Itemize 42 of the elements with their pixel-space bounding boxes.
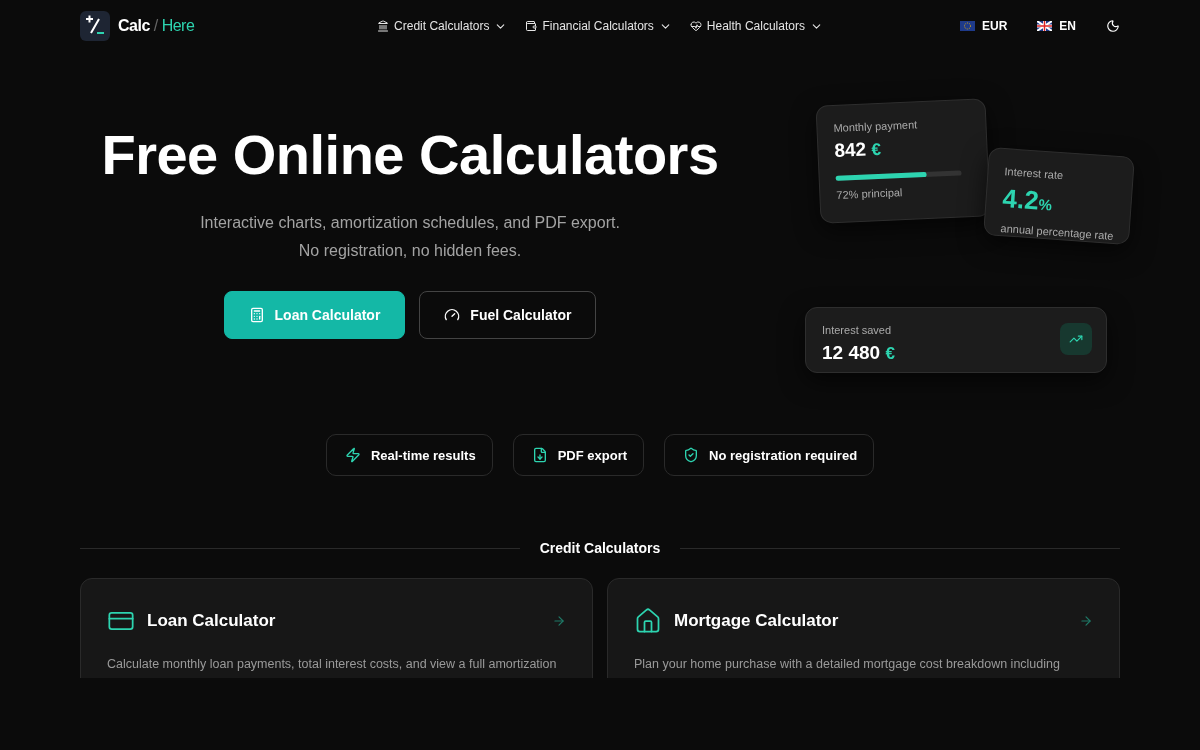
stat-label: Interest rate xyxy=(1004,165,1065,184)
bank-icon xyxy=(377,20,390,32)
card-description: Calculate monthly loan payments, total interest costs, and view a full amortization xyxy=(107,657,558,671)
stat-note: annual percentage rate xyxy=(1000,222,1113,242)
feature-badge: No registration required xyxy=(664,434,875,476)
file-download-icon xyxy=(531,447,548,463)
moon-icon[interactable] xyxy=(1106,19,1120,33)
hero-title: Free Online Calculators xyxy=(101,122,719,187)
stat-value: 4.2 % xyxy=(1001,183,1054,218)
stat-note: 72% principal xyxy=(836,185,904,201)
stat-value: 842 € xyxy=(834,137,883,162)
nav-menu-item[interactable]: Financial Calculators xyxy=(525,19,672,33)
currency-selector[interactable]: EUR xyxy=(960,19,1008,33)
calculator-card[interactable]: Loan Calculator Calculate monthly loan payments, total interest costs, and view a full amortization xyxy=(80,578,593,678)
language-selector[interactable]: EN xyxy=(1037,19,1076,33)
stat-label: Monthly payment xyxy=(833,117,919,134)
card-title: Mortgage Calculator xyxy=(674,611,840,631)
arrow-right-icon xyxy=(552,614,566,628)
card-description: Plan your home purchase with a detailed mortgage cost breakdown including xyxy=(634,657,1061,671)
uk-flag-icon xyxy=(1037,21,1053,31)
nav-menu-item[interactable]: Credit Calculators xyxy=(377,19,508,33)
feature-badge: Real-time results xyxy=(325,434,493,476)
card-title: Loan Calculator xyxy=(147,611,277,631)
feature-badge: PDF export xyxy=(512,434,644,476)
section-title: Credit Calculators xyxy=(539,540,661,556)
logo-icon[interactable] xyxy=(80,11,110,41)
shield-check-icon xyxy=(683,447,699,463)
house-icon xyxy=(634,607,662,635)
secondary-button[interactable]: Fuel Calculator xyxy=(419,291,597,339)
gauge-icon xyxy=(444,307,461,323)
eu-flag-icon xyxy=(960,21,975,31)
stat-label: Interest saved xyxy=(822,324,893,336)
calculator-icon xyxy=(248,307,265,323)
lightning-icon xyxy=(344,447,361,463)
wallet-icon xyxy=(525,20,538,32)
calculator-card[interactable]: Mortgage Calculator Plan your home purchase with a detailed mortgage cost breakdown including xyxy=(607,578,1120,678)
logo-text[interactable]: Calc / Here xyxy=(118,17,195,35)
heart-icon xyxy=(689,20,702,32)
trend-up-icon xyxy=(1060,323,1092,355)
nav-menu-item[interactable]: Health Calculators xyxy=(689,19,823,33)
hero-subtitle: Interactive charts, amortization schedules, and PDF export. No registration, no hidden fees. xyxy=(200,213,620,261)
stat-value: 12 480 € xyxy=(822,342,896,364)
